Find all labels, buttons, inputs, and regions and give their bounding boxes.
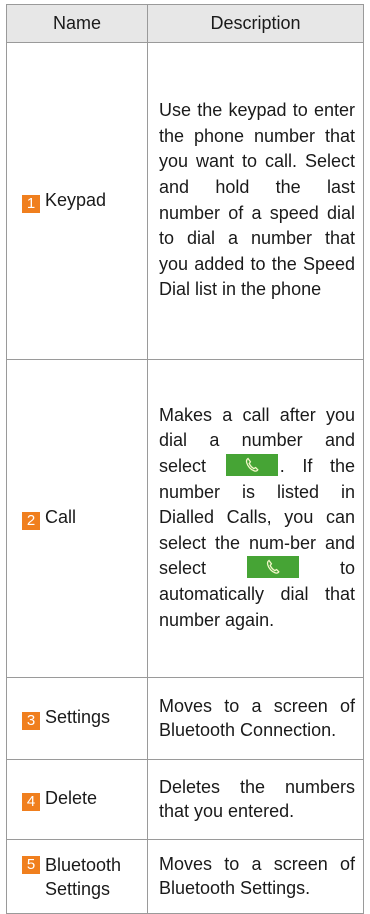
item-name: Settings bbox=[45, 707, 111, 727]
spec-table: Name Description 1 Keypad Use the keypad … bbox=[6, 4, 364, 914]
name-cell: 1 Keypad bbox=[6, 42, 148, 360]
table-row: 4 Delete Deletes the numbers that you ent… bbox=[6, 759, 364, 840]
number-badge: 4 bbox=[22, 793, 40, 811]
item-name: Call bbox=[45, 507, 77, 527]
table-row: 5 Bluetooth Settings Moves to a screen o… bbox=[6, 839, 364, 914]
item-name: Delete bbox=[45, 788, 98, 808]
item-name: Keypad bbox=[45, 189, 107, 210]
item-name-line1: Bluetooth bbox=[45, 854, 122, 875]
name-cell: 3 Settings bbox=[6, 677, 148, 760]
description-cell: Moves to a screen of Bluetooth Connectio… bbox=[147, 677, 364, 760]
phone-call-icon bbox=[225, 454, 278, 477]
number-badge: 2 bbox=[22, 512, 40, 530]
table-row: 2 Call Makes a call after you dial a numb… bbox=[6, 359, 364, 678]
number-badge: 5 bbox=[22, 855, 40, 874]
name-cell: 2 Call bbox=[6, 359, 148, 678]
description-cell: Use the keypad to enter the phone number… bbox=[147, 42, 364, 360]
item-name-line2: Settings bbox=[45, 878, 111, 899]
number-badge: 1 bbox=[22, 194, 40, 213]
table-row: 1 Keypad Use the keypad to enter the phon… bbox=[6, 42, 364, 360]
name-cell: 5 Bluetooth Settings bbox=[6, 839, 148, 914]
name-cell: 4 Delete bbox=[6, 759, 148, 840]
phone-call-icon bbox=[247, 556, 299, 579]
table-row: 3 Settings Moves to a screen of Bluetooth… bbox=[6, 677, 364, 760]
description-cell: Moves to a screen of Bluetooth Settings. bbox=[147, 839, 364, 914]
description-cell: Deletes the numbers that you entered. bbox=[147, 759, 364, 840]
description-cell: Makes a call after you dial a number and… bbox=[147, 359, 364, 678]
number-badge: 3 bbox=[22, 712, 40, 730]
header-name: Name bbox=[6, 4, 148, 43]
header-row: Name Description bbox=[6, 4, 364, 43]
header-description: Description bbox=[147, 4, 364, 43]
